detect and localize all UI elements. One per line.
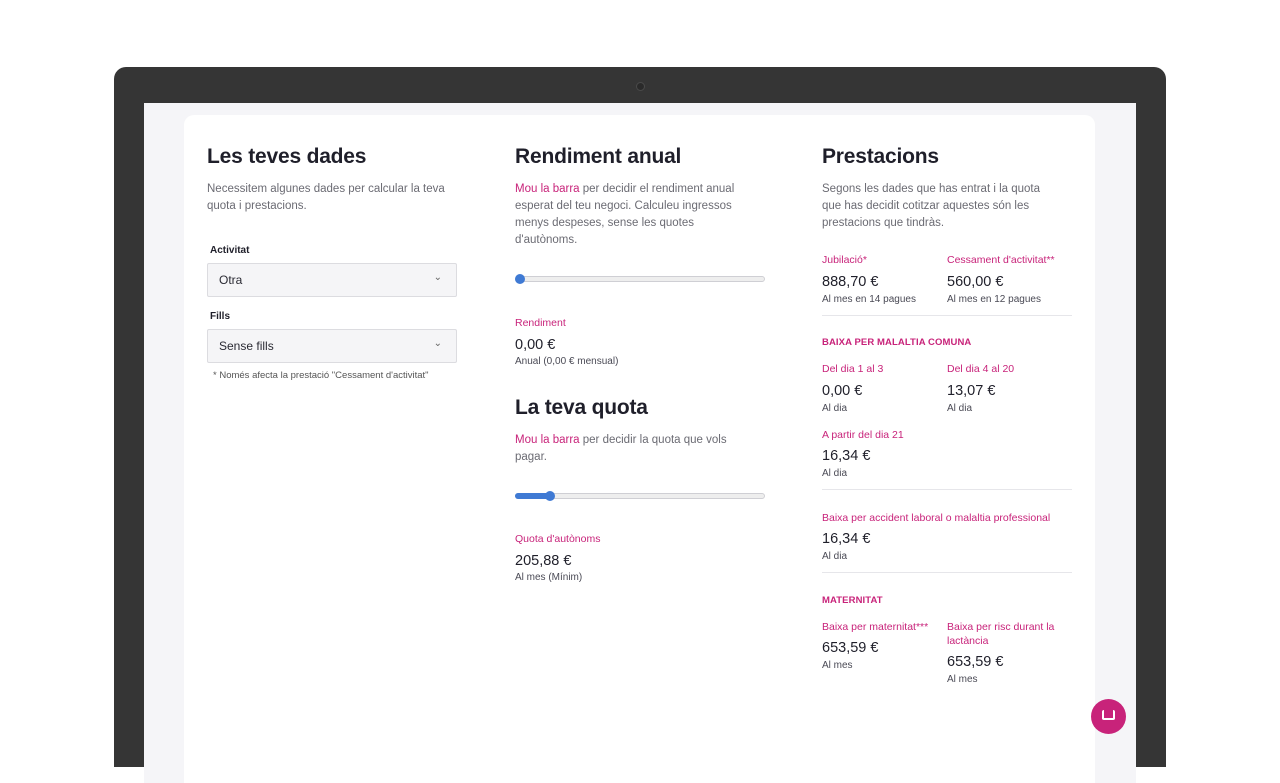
maternitat-label: Baixa per maternitat*** <box>822 621 929 633</box>
cessament-value: 560,00 € <box>947 274 1004 290</box>
calculator-card: Les teves dades Necessitem algunes dades… <box>184 115 1095 783</box>
cessament-label: Cessament d'activitat** <box>947 254 1055 266</box>
rendiment-link[interactable]: Mou la barra <box>515 183 580 195</box>
maternitat-value: 653,59 € <box>822 640 879 656</box>
divider <box>822 572 1072 573</box>
chat-launcher-button[interactable] <box>1091 699 1126 734</box>
jubilacio-label: Jubilació* <box>822 254 867 266</box>
accident-label: Baixa per accident laboral o malaltia pr… <box>822 512 1051 524</box>
laptop-screen: Les teves dades Necessitem algunes dades… <box>144 103 1136 783</box>
slider-thumb[interactable] <box>545 491 555 501</box>
jubilacio-sub: Al mes en 14 pagues <box>822 294 916 305</box>
your-data-title: Les teves dades <box>207 145 367 168</box>
laptop-frame: Les teves dades Necessitem algunes dades… <box>114 67 1166 783</box>
fills-label: Fills <box>210 311 231 322</box>
maternitat-section-title: MATERNITAT <box>822 595 883 606</box>
jubilacio-value: 888,70 € <box>822 274 879 290</box>
quota-title: La teva quota <box>515 396 648 419</box>
divider <box>822 315 1072 316</box>
chevron-down-icon: ⌄ <box>433 338 442 349</box>
rendiment-value: 0,00 € <box>515 337 556 353</box>
fills-note: * Només afecta la prestació "Cessament d… <box>213 370 429 381</box>
dia4-sub: Al dia <box>947 403 973 414</box>
your-data-description: Necessitem algunes dades per calcular la… <box>207 183 445 212</box>
maternitat-sub: Al mes <box>822 660 853 671</box>
divider <box>822 489 1072 490</box>
risc-label: Baixa per risc durant la lactància <box>947 621 1055 647</box>
slider-thumb[interactable] <box>515 274 525 284</box>
dia4-label: Del dia 4 al 20 <box>947 363 1015 375</box>
accident-sub: Al dia <box>822 551 848 562</box>
quota-description: Mou la barra per decidir la quota que vo… <box>515 434 727 463</box>
baixa-section-title: BAIXA PER MALALTIA COMUNA <box>822 337 972 348</box>
benefits-description: Segons les dades que has entrat i la quo… <box>822 183 1041 229</box>
rendiment-label: Rendiment <box>515 317 566 329</box>
slider-track <box>515 276 765 282</box>
quota-label: Quota d'autònoms <box>515 533 601 545</box>
rendiment-sub: Anual (0,00 € mensual) <box>515 356 619 367</box>
benefits-title: Prestacions <box>822 145 939 168</box>
cessament-sub: Al mes en 12 pagues <box>947 294 1041 305</box>
quota-slider[interactable] <box>515 489 765 503</box>
rendiment-title: Rendiment anual <box>515 145 682 168</box>
dia21-label: A partir del dia 21 <box>822 429 904 441</box>
dia4-value: 13,07 € <box>947 383 996 399</box>
rendiment-slider[interactable] <box>515 272 765 286</box>
quota-sub: Al mes (Mínim) <box>515 572 583 583</box>
quota-link[interactable]: Mou la barra <box>515 434 580 446</box>
activitat-select[interactable]: Otra ⌄ <box>207 263 457 297</box>
fills-select[interactable]: Sense fills ⌄ <box>207 329 457 363</box>
chevron-down-icon: ⌄ <box>433 272 442 283</box>
dia1-value: 0,00 € <box>822 383 863 399</box>
dia21-sub: Al dia <box>822 468 848 479</box>
activitat-value: Otra <box>219 273 243 287</box>
dia1-sub: Al dia <box>822 403 848 414</box>
quota-value: 205,88 € <box>515 553 572 569</box>
dia21-value: 16,34 € <box>822 448 871 464</box>
risc-sub: Al mes <box>947 674 978 685</box>
rendiment-description: Mou la barra per decidir el rendiment an… <box>515 183 735 246</box>
fills-value: Sense fills <box>219 339 274 353</box>
activitat-label: Activitat <box>210 245 250 256</box>
camera-dot <box>636 82 645 91</box>
chat-icon <box>1102 710 1115 720</box>
risc-value: 653,59 € <box>947 654 1004 670</box>
dia1-label: Del dia 1 al 3 <box>822 363 884 375</box>
accident-value: 16,34 € <box>822 531 871 547</box>
